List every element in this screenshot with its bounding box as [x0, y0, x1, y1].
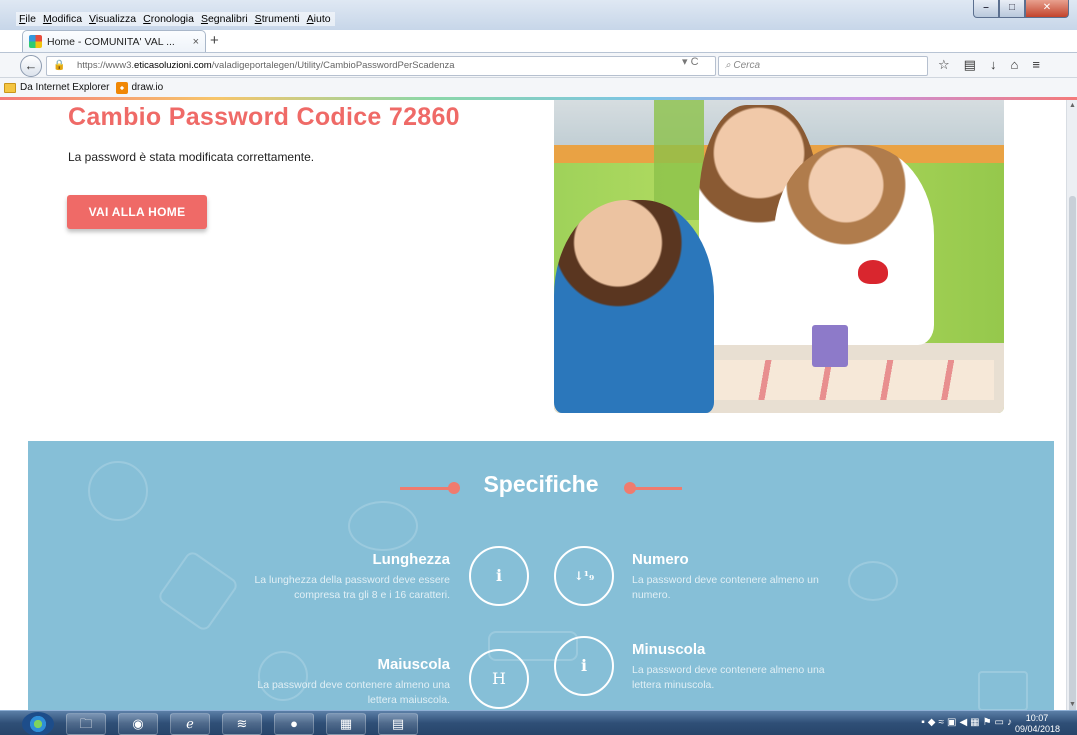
new-tab-button[interactable]: + — [210, 33, 219, 49]
browser-window: File Modifica Visualizza Cronologia Segn… — [0, 0, 1077, 735]
scroll-up-icon[interactable]: ▲ — [1067, 102, 1077, 109]
toolbar-icons: ☆ ▤ ↓ ⌂ ≡ — [938, 57, 1040, 73]
start-button[interactable] — [22, 712, 54, 735]
address-bar[interactable]: 🔒 https://www3.eticasoluzioni.com/valadi… — [46, 56, 716, 76]
menu-aiuto[interactable]: Aiuto — [304, 12, 335, 26]
download-icon[interactable]: ↓ — [990, 57, 997, 73]
internet-explorer-icon[interactable]: ℯ — [170, 713, 210, 735]
search-input[interactable]: ⌕ Cerca — [718, 56, 928, 76]
tab-favicon-icon — [29, 35, 42, 48]
menu-icon[interactable]: ≡ — [1032, 57, 1040, 73]
window-controls: – □ ✕ — [973, 0, 1069, 18]
spec-desc-numero: La password deve contenere almeno un num… — [632, 574, 819, 601]
lock-icon: 🔒 — [53, 60, 66, 71]
drawio-icon — [115, 81, 128, 94]
folder-icon — [4, 82, 16, 93]
clock[interactable]: 10:07 09/04/2018 — [1015, 713, 1061, 735]
system-tray-icons[interactable]: ▪◆≈▣◀▦⚑▭♪ — [921, 717, 1015, 728]
bookmark-drawio[interactable]: draw.io — [115, 78, 164, 97]
navigation-bar: ← 🔒 https://www3.eticasoluzioni.com/vala… — [0, 52, 1077, 78]
url-prefix: https://www3. — [77, 60, 135, 71]
title-line-right — [626, 487, 682, 490]
specs-section: Specifiche Lunghezza La lunghezza della … — [28, 441, 1054, 710]
clock-time: 10:07 — [1025, 713, 1049, 723]
spec-desc-lunghezza: La lunghezza della password deve essere … — [254, 574, 450, 601]
search-placeholder: Cerca — [733, 60, 761, 71]
clock-date: 09/04/2018 — [1015, 724, 1061, 734]
tab-title: Home - COMUNITA' VAL ... — [47, 35, 175, 48]
menu-visualizza[interactable]: Visualizza — [86, 12, 140, 26]
spec-title-minuscola: Minuscola — [632, 641, 706, 658]
scrollbar-thumb[interactable] — [1069, 196, 1076, 730]
menu-strumenti[interactable]: Strumenti — [252, 12, 304, 26]
maximize-button[interactable]: □ — [999, 0, 1025, 18]
title-bar: File Modifica Visualizza Cronologia Segn… — [0, 0, 1077, 30]
menu-modifica[interactable]: Modifica — [40, 12, 86, 26]
menu-file[interactable]: File — [16, 12, 40, 26]
home-button[interactable]: VAI ALLA HOME — [67, 195, 207, 229]
url-domain: eticasoluzioni.com — [134, 60, 212, 71]
page-content: Cambio Password Codice 72860 La password… — [0, 100, 1066, 710]
bookmark-label: draw.io — [131, 81, 164, 93]
network-app-icon[interactable]: ≋ — [222, 713, 262, 735]
sort-numeric-icon: ↓¹₉ — [554, 546, 614, 606]
bookmark-star-icon[interactable]: ☆ — [938, 57, 950, 73]
menu-bar: File Modifica Visualizza Cronologia Segn… — [16, 12, 335, 26]
spec-title-maiuscola: Maiuscola — [377, 656, 450, 673]
success-message: La password è stata modificata correttam… — [68, 150, 315, 164]
uppercase-h-icon: H — [469, 649, 529, 709]
menu-cronologia[interactable]: Cronologia — [140, 12, 198, 26]
explorer-icon[interactable]: 🗀 — [66, 713, 106, 735]
spec-desc-maiuscola: La password deve contenere almeno una le… — [257, 679, 450, 706]
close-window-button[interactable]: ✕ — [1025, 0, 1069, 18]
home-icon[interactable]: ⌂ — [1010, 57, 1018, 73]
url-path: /valadigeportalegen/Utility/CambioPasswo… — [211, 60, 455, 71]
spec-desc-minuscola: La password deve contenere almeno una le… — [632, 664, 825, 691]
minimize-button[interactable]: – — [973, 0, 999, 18]
document-app-icon[interactable]: ▤ — [378, 713, 418, 735]
page-title: Cambio Password Codice 72860 — [68, 103, 460, 131]
spec-title-numero: Numero — [632, 551, 689, 568]
windows-taskbar: 🗀 ◉ ℯ ≋ ● ▦ ▤ ▪◆≈▣◀▦⚑▭♪ 10:07 09/04/2018 — [0, 710, 1077, 735]
bookmark-ie[interactable]: Da Internet Explorer — [4, 78, 110, 97]
firefox-icon[interactable]: ◉ — [118, 713, 158, 735]
protocol-app-icon[interactable]: ▦ — [326, 713, 366, 735]
info-icon: i — [469, 546, 529, 606]
browser-tab[interactable]: Home - COMUNITA' VAL ... × — [22, 30, 206, 52]
info-icon: i — [554, 636, 614, 696]
tab-close-icon[interactable]: × — [193, 36, 199, 48]
children-painting-photo — [554, 100, 1004, 413]
app-icon[interactable]: ● — [274, 713, 314, 735]
scroll-down-icon[interactable]: ▼ — [1067, 701, 1077, 708]
spec-title-lunghezza: Lunghezza — [372, 551, 451, 568]
menu-segnalibri[interactable]: Segnalibri — [198, 12, 252, 26]
back-button[interactable]: ← — [20, 55, 42, 77]
bookmark-label: Da Internet Explorer — [20, 81, 110, 93]
vertical-scrollbar[interactable]: ▲ ▼ — [1066, 100, 1077, 730]
specs-title: Specifiche — [483, 471, 599, 497]
bookmarks-bar: Da Internet Explorer draw.io — [0, 78, 1077, 98]
reload-icon[interactable]: ▾ C — [682, 55, 699, 68]
reading-list-icon[interactable]: ▤ — [964, 57, 976, 73]
